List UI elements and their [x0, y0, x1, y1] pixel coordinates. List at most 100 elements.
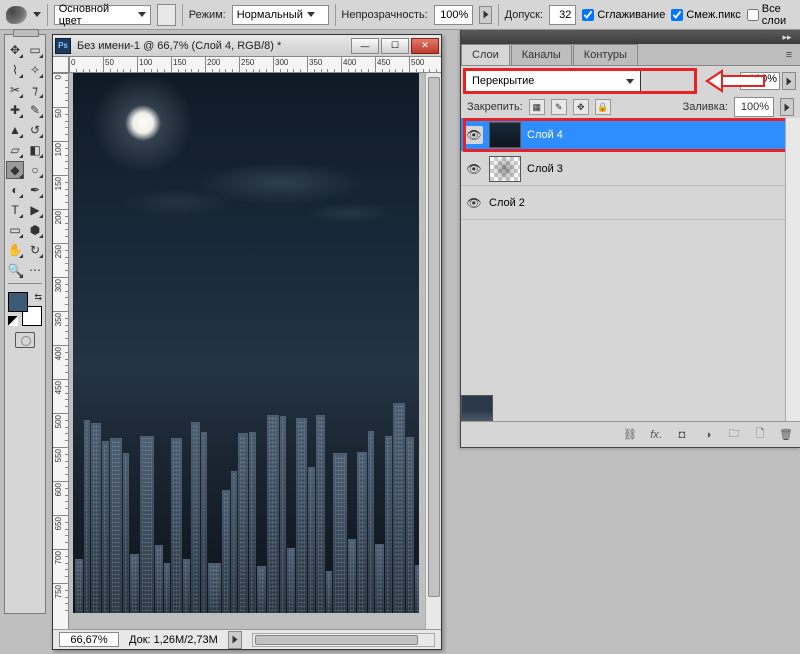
all-layers-checkbox[interactable]: Все слои: [747, 3, 800, 27]
shape-tool[interactable]: ▭: [6, 221, 24, 239]
tolerance-input[interactable]: 32: [549, 5, 576, 25]
ruler-origin[interactable]: [53, 57, 69, 73]
chevron-down-icon: [307, 12, 315, 17]
blur-tool[interactable]: ○: [26, 161, 44, 179]
rotate-view-tool[interactable]: ↻: [26, 241, 44, 259]
layer-row[interactable]: 👁 Слой 3: [461, 152, 800, 186]
scrollbar-thumb[interactable]: [255, 635, 418, 645]
blend-mode-row: Перекрытие 100%: [461, 66, 800, 96]
zoom-input[interactable]: 66,67%: [59, 632, 119, 647]
hand-tool[interactable]: ✋: [6, 241, 24, 259]
color-swatches[interactable]: ⇆: [8, 292, 42, 326]
type-tool[interactable]: T: [6, 201, 24, 219]
scrollbar-thumb[interactable]: [428, 77, 440, 597]
lock-position-icon[interactable]: ✥: [573, 99, 589, 115]
antialias-checkbox[interactable]: Сглаживание: [582, 9, 665, 21]
pen-tool[interactable]: ✒: [26, 181, 44, 199]
separator: [182, 4, 183, 26]
3d-tool[interactable]: ⬢: [26, 221, 44, 239]
tolerance-label: Допуск:: [505, 9, 543, 21]
default-colors-icon[interactable]: [8, 316, 18, 326]
opacity-flyout-button[interactable]: [782, 72, 796, 90]
eraser-tool[interactable]: ▱: [6, 141, 24, 159]
lasso-tool[interactable]: ⌇: [6, 61, 24, 79]
tab-channels[interactable]: Каналы: [511, 44, 572, 65]
vertical-ruler[interactable]: 0501001502002503003504004505005506006507…: [53, 73, 69, 629]
crop-tool[interactable]: ✂: [6, 81, 24, 99]
opacity-input[interactable]: 100%: [434, 5, 474, 25]
layer-thumbnail[interactable]: [461, 395, 493, 421]
visibility-toggle-icon[interactable]: 👁: [465, 126, 483, 144]
extra-tool[interactable]: ⋯: [26, 261, 44, 279]
healing-brush-tool[interactable]: ✚: [6, 101, 24, 119]
magic-wand-tool[interactable]: ✧: [26, 61, 44, 79]
blend-mode-dropdown[interactable]: Нормальный: [232, 5, 329, 25]
status-flyout-button[interactable]: [228, 631, 242, 649]
dodge-tool[interactable]: ◐: [6, 181, 24, 199]
document-window: Ps Без имени-1 @ 66,7% (Слой 4, RGB/8) *…: [52, 34, 442, 650]
layer-fx-icon[interactable]: fx.: [648, 427, 664, 443]
quick-mask-toggle[interactable]: [15, 332, 35, 348]
zoom-tool[interactable]: 🔍: [6, 261, 24, 279]
lock-row: Закрепить: ▦ ✎ ✥ 🔒 Заливка: 100%: [461, 96, 800, 118]
lock-pixels-icon[interactable]: ✎: [551, 99, 567, 115]
document-image: [73, 73, 419, 613]
add-mask-icon[interactable]: ◘: [674, 427, 690, 443]
doc-size-label: Док: 1,26M/2,73M: [129, 634, 218, 646]
marquee-tool[interactable]: ▭: [26, 41, 44, 59]
toolbox: ✥ ▭ ⌇ ✧ ✂ ⁊ ✚ ✎ ▲ ↺ ▱ ◧ ◆ ○ ◐ ✒ T ▶ ▭ ⬢ …: [4, 34, 46, 614]
vertical-scrollbar[interactable]: [425, 73, 441, 629]
brush-tool[interactable]: ✎: [26, 101, 44, 119]
layer-row[interactable]: 👁 Слой 2: [461, 186, 800, 220]
horizontal-scrollbar[interactable]: [252, 633, 435, 647]
link-layers-icon[interactable]: ⛓: [622, 427, 638, 443]
visibility-toggle-icon[interactable]: 👁: [465, 194, 483, 212]
fill-flyout-button[interactable]: [780, 98, 794, 116]
lock-transparency-icon[interactable]: ▦: [529, 99, 545, 115]
paint-bucket-tool[interactable]: ◆: [6, 161, 24, 179]
panel-menu-button[interactable]: ≡: [778, 45, 800, 65]
move-tool[interactable]: ✥: [6, 41, 24, 59]
layer-list: 👁 Слой 4 👁 Слой 3 👁 Слой 2: [461, 118, 800, 421]
new-group-icon[interactable]: 🗀: [726, 427, 742, 443]
maximize-button[interactable]: ☐: [381, 38, 409, 54]
close-button[interactable]: ✕: [411, 38, 439, 54]
chevron-down-icon: [626, 79, 634, 84]
eyedropper-tool[interactable]: ⁊: [26, 81, 44, 99]
path-selection-tool[interactable]: ▶: [26, 201, 44, 219]
horizontal-ruler[interactable]: 050100150200250300350400450500: [69, 57, 441, 73]
minimize-button[interactable]: —: [351, 38, 379, 54]
toolbox-grip[interactable]: [13, 29, 39, 37]
pattern-swatch[interactable]: [157, 4, 176, 26]
visibility-toggle-icon[interactable]: 👁: [465, 160, 483, 178]
gradient-tool[interactable]: ◧: [26, 141, 44, 159]
panel-scrollbar[interactable]: [785, 118, 800, 421]
delete-layer-icon[interactable]: 🗑: [778, 427, 794, 443]
tool-preset-dropdown-icon[interactable]: [33, 12, 41, 17]
document-title-bar[interactable]: Ps Без имени-1 @ 66,7% (Слой 4, RGB/8) *…: [53, 35, 441, 57]
new-layer-icon[interactable]: 🗋: [752, 427, 768, 443]
fill-input[interactable]: 100%: [734, 97, 774, 117]
clone-stamp-tool[interactable]: ▲: [6, 121, 24, 139]
tab-paths[interactable]: Контуры: [573, 44, 638, 65]
layer-name[interactable]: Слой 3: [527, 163, 563, 175]
lock-all-icon[interactable]: 🔒: [595, 99, 611, 115]
fill-source-dropdown[interactable]: Основной цвет: [54, 5, 151, 25]
layer-name[interactable]: Слой 2: [489, 197, 525, 209]
layer-thumbnail[interactable]: [489, 156, 521, 182]
swap-colors-icon[interactable]: ⇆: [34, 292, 42, 303]
history-brush-tool[interactable]: ↺: [26, 121, 44, 139]
layer-row[interactable]: 👁 Слой 4: [461, 118, 800, 152]
layer-name[interactable]: Слой 4: [527, 129, 563, 141]
panel-header[interactable]: ▸▸: [461, 30, 800, 44]
opacity-flyout-button[interactable]: [479, 6, 491, 24]
layers-panel-footer: ⛓ fx. ◘ ◑ 🗀 🗋 🗑: [461, 421, 800, 447]
layer-thumbnail[interactable]: [489, 122, 521, 148]
collapse-icon[interactable]: ▸▸: [778, 32, 796, 42]
layer-blend-mode-dropdown[interactable]: Перекрытие: [465, 70, 641, 92]
adjustment-layer-icon[interactable]: ◑: [700, 427, 716, 443]
canvas[interactable]: [69, 73, 441, 629]
contiguous-checkbox[interactable]: Смеж.пикс: [671, 9, 740, 21]
tab-layers[interactable]: Слои: [461, 44, 510, 65]
foreground-color-swatch[interactable]: [8, 292, 28, 312]
